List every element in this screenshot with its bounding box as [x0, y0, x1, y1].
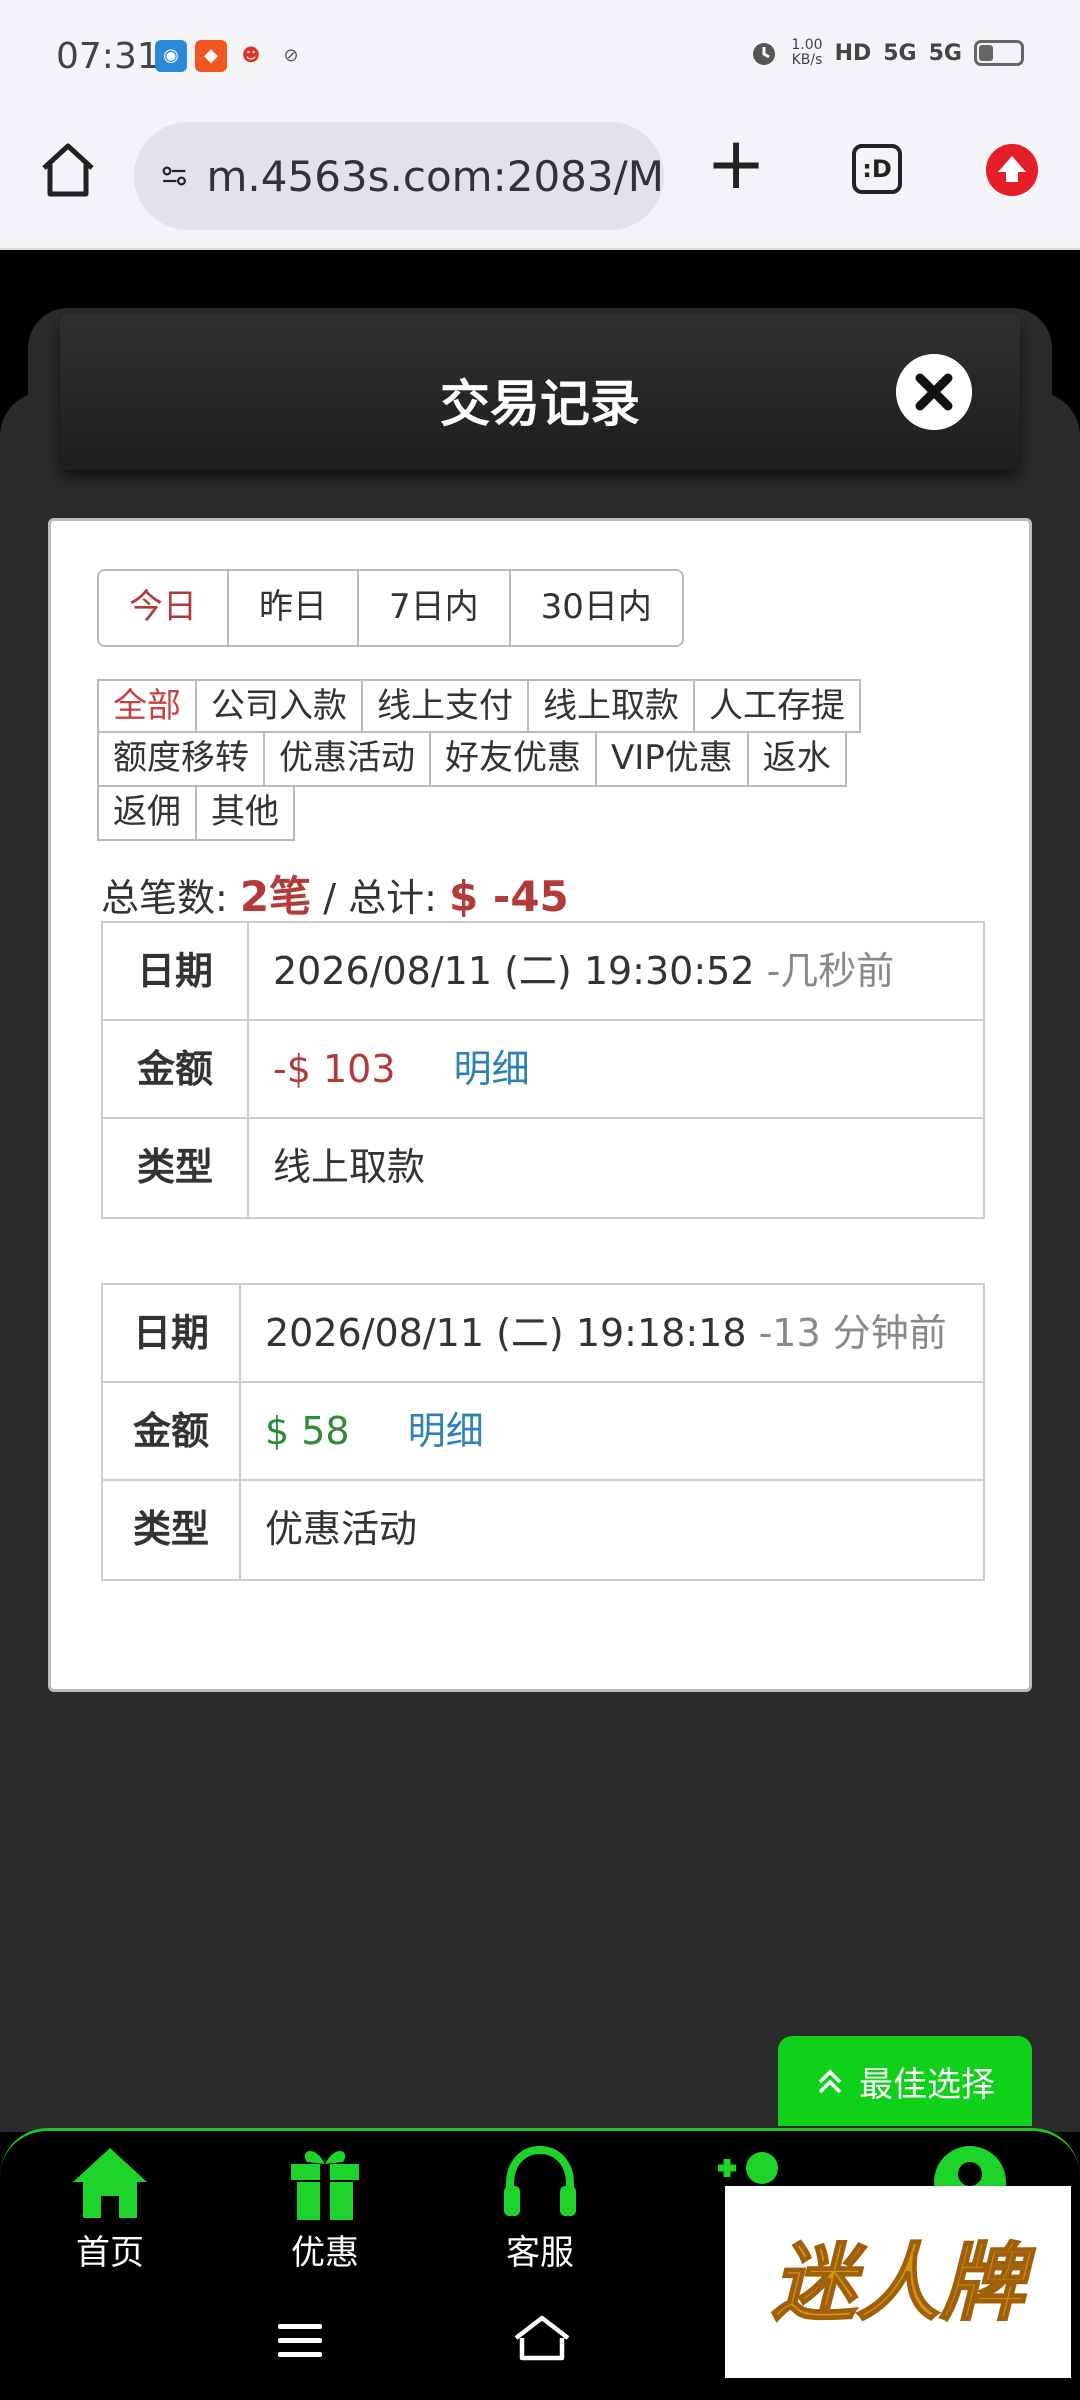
- status-app-icons: ◉ ◆ ☻ ⊘: [155, 40, 307, 72]
- home-icon[interactable]: [36, 138, 100, 202]
- record-amount-row: 金额 -$ 103 明细: [103, 1021, 983, 1119]
- nav-home[interactable]: 首页: [40, 2141, 180, 2274]
- filter-online-withdrawal[interactable]: 线上取款: [527, 679, 693, 733]
- close-button[interactable]: [896, 354, 972, 430]
- menu-icon[interactable]: [278, 2324, 322, 2366]
- tab-today[interactable]: 今日: [99, 571, 229, 645]
- transaction-panel: 今日 昨日 7日内 30日内 全部 公司入款 线上支付 线上取款 人工存提 额度…: [48, 518, 1032, 1692]
- filter-all[interactable]: 全部: [97, 679, 195, 733]
- signal-5g-1: 5G: [883, 40, 917, 66]
- count-label: 总笔数:: [101, 876, 228, 920]
- filter-friend-bonus[interactable]: 好友优惠: [429, 733, 595, 787]
- filter-transfer[interactable]: 额度移转: [97, 733, 263, 787]
- type-filters: 全部 公司入款 线上支付 线上取款 人工存提 额度移转 优惠活动 好友优惠 VI…: [97, 679, 997, 841]
- watermark-logo: 迷人牌: [725, 2186, 1071, 2378]
- nav-promotions[interactable]: 优惠: [255, 2141, 395, 2274]
- filter-rebate[interactable]: 返水: [746, 733, 847, 787]
- filter-company-deposit[interactable]: 公司入款: [195, 679, 361, 733]
- hd-badge: HD: [834, 40, 872, 66]
- site-settings-icon[interactable]: [162, 158, 186, 194]
- summary-line: 总笔数: 2笔 / 总计: $ -45: [101, 863, 569, 924]
- summary-separator: /: [323, 876, 337, 920]
- date-label: 日期: [103, 923, 249, 1019]
- detail-link[interactable]: 明细: [454, 1047, 530, 1091]
- browser-toolbar: m.4563s.com:2083/M + :D: [0, 118, 1080, 250]
- date-value: 2026/08/11 (二) 19:30:52 -几秒前: [249, 923, 983, 1019]
- filter-manual[interactable]: 人工存提: [693, 679, 861, 733]
- filter-commission[interactable]: 返佣: [97, 787, 195, 841]
- detail-link[interactable]: 明细: [408, 1409, 484, 1453]
- type-value: 优惠活动: [265, 1507, 418, 1551]
- total-value: $ -45: [449, 872, 569, 921]
- date-text: 2026/08/11 (二) 19:30:52: [273, 949, 755, 993]
- record-date-row: 日期 2026/08/11 (二) 19:30:52 -几秒前: [103, 923, 983, 1021]
- filter-promotion[interactable]: 优惠活动: [263, 733, 429, 787]
- page-background: 交易记录 今日 昨日 7日内 30日内 全部 公司入款 线上支付 线上取款 人工…: [0, 252, 1080, 2132]
- record-type-row: 类型 线上取款: [103, 1119, 983, 1217]
- total-label: 总计:: [348, 876, 437, 920]
- nav-support[interactable]: 客服: [470, 2141, 610, 2274]
- best-choice-button[interactable]: 最佳选择: [778, 2036, 1032, 2126]
- wifi-app-icon: ◉: [155, 40, 187, 72]
- date-value: 2026/08/11 (二) 19:18:18 -13 分钟前: [241, 1285, 983, 1381]
- url-bar[interactable]: m.4563s.com:2083/M: [134, 122, 664, 230]
- type-label: 类型: [103, 1119, 249, 1217]
- system-home-icon[interactable]: [512, 2314, 572, 2364]
- transaction-record: 日期 2026/08/11 (二) 19:18:18 -13 分钟前 金额 $ …: [101, 1283, 985, 1581]
- home-icon: [73, 2148, 147, 2218]
- nav-promotions-label: 优惠: [291, 2233, 359, 2273]
- date-text: 2026/08/11 (二) 19:18:18: [265, 1311, 747, 1355]
- amount-value: -$ 103 明细: [249, 1021, 983, 1117]
- status-bar: 07:31 ◉ ◆ ☻ ⊘ 1.00 KB/s HD 5G 5G: [0, 0, 1080, 118]
- transaction-record: 日期 2026/08/11 (二) 19:30:52 -几秒前 金额 -$ 10…: [101, 921, 985, 1219]
- net-speed: 1.00 KB/s: [791, 37, 823, 68]
- amount-text: -$ 103: [273, 1047, 396, 1091]
- count-value: 2笔: [239, 872, 312, 921]
- type-value: 线上取款: [273, 1145, 426, 1189]
- date-label: 日期: [103, 1285, 241, 1381]
- best-choice-label: 最佳选择: [859, 2064, 995, 2105]
- url-text: m.4563s.com:2083/M: [206, 151, 664, 201]
- headset-icon: [504, 2145, 576, 2216]
- battery-icon: [974, 40, 1024, 66]
- logo-image: 迷人牌: [771, 2233, 1037, 2333]
- amount-value: $ 58 明细: [241, 1383, 983, 1479]
- time-ago: -13 分钟前: [758, 1311, 947, 1355]
- filter-online-payment[interactable]: 线上支付: [361, 679, 527, 733]
- signal-5g-2: 5G: [928, 40, 962, 66]
- update-icon[interactable]: [986, 144, 1038, 196]
- tab-30-days[interactable]: 30日内: [510, 571, 682, 645]
- filter-other[interactable]: 其他: [195, 787, 295, 841]
- record-date-row: 日期 2026/08/11 (二) 19:18:18 -13 分钟前: [103, 1285, 983, 1383]
- tab-switcher-button[interactable]: :D: [852, 144, 902, 194]
- filter-row-2: 额度移转 优惠活动 好友优惠 VIP优惠 返水: [97, 733, 997, 787]
- tab-7-days[interactable]: 7日内: [359, 571, 511, 645]
- amount-text: $ 58: [265, 1409, 350, 1453]
- date-range-tabs: 今日 昨日 7日内 30日内: [97, 569, 684, 647]
- chevron-up-icon: [818, 2069, 842, 2094]
- status-time: 07:31: [56, 36, 160, 77]
- svg-text:迷人牌: 迷人牌: [772, 2234, 1036, 2332]
- nav-home-label: 首页: [76, 2233, 144, 2273]
- link-app-icon: ⊘: [283, 45, 299, 66]
- tab-yesterday[interactable]: 昨日: [229, 571, 359, 645]
- gift-icon: [291, 2150, 359, 2220]
- type-label: 类型: [103, 1481, 241, 1579]
- record-amount-row: 金额 $ 58 明细: [103, 1383, 983, 1481]
- clown-app-icon: ☻: [235, 40, 267, 72]
- time-ago: -几秒前: [766, 949, 895, 993]
- record-type-row: 类型 优惠活动: [103, 1481, 983, 1579]
- filter-row-1: 全部 公司入款 线上支付 线上取款 人工存提: [97, 679, 997, 733]
- modal-title: 交易记录: [440, 375, 640, 433]
- status-indicators: 1.00 KB/s HD 5G 5G: [749, 38, 1024, 68]
- new-tab-button[interactable]: +: [704, 127, 768, 199]
- nav-support-label: 客服: [506, 2233, 574, 2273]
- amount-label: 金额: [103, 1021, 249, 1117]
- shopping-app-icon: ◆: [195, 40, 227, 72]
- amount-label: 金额: [103, 1383, 241, 1479]
- filter-row-3: 返佣 其他: [97, 787, 997, 841]
- filter-vip-bonus[interactable]: VIP优惠: [595, 733, 747, 787]
- modal-header: 交易记录: [60, 314, 1020, 470]
- alarm-icon: [753, 43, 776, 65]
